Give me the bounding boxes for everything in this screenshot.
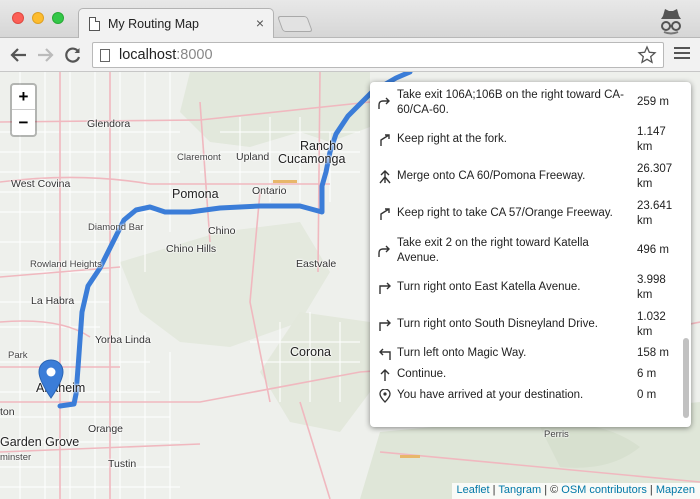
instruction-text: Keep right at the fork. [397,133,507,145]
instruction-row[interactable]: You have arrived at your destination. 0 … [370,385,691,406]
osm-link[interactable]: OSM contributors [561,484,647,496]
instruction-distance: 3.998 km [637,273,666,301]
instruction-row[interactable]: Keep right to take CA 57/Orange Freeway.… [370,195,691,232]
instruction-row[interactable]: Keep right at the fork. 1.147 km [370,121,691,158]
turn-right-icon [379,319,391,331]
reload-button[interactable] [62,44,84,66]
instruction-distance: 259 m [637,96,669,108]
instruction-row[interactable]: Continue. 6 m [370,364,691,385]
reload-icon [65,47,81,63]
close-window-button[interactable] [12,12,24,24]
instruction-text: You have arrived at your destination. [397,389,584,401]
instruction-distance: 1.032 km [637,310,666,338]
instruction-row[interactable]: Take exit 106A;106B on the right toward … [370,84,691,121]
tab-close-button[interactable]: × [256,16,264,30]
instruction-text: Keep right to take CA 57/Orange Freeway. [397,207,613,219]
leaflet-link[interactable]: Leaflet [457,484,490,496]
place-label: Eastvale [296,258,337,270]
place-label: ton [0,406,15,418]
instruction-row[interactable]: Take exit 2 on the right toward Katella … [370,232,691,269]
place-label: Claremont [177,152,221,163]
instruction-row[interactable]: Merge onto CA 60/Pomona Freeway. 26.307 … [370,158,691,195]
place-label: Corona [290,345,331,359]
url-text: localhost:8000 [119,47,213,63]
back-arrow-icon [10,48,26,62]
instruction-row[interactable]: Turn right onto East Katella Avenue. 3.9… [370,269,691,306]
place-label: Perris [544,429,569,440]
slight-right-icon [380,133,390,146]
place-label: Ontario [252,185,287,197]
new-tab-button[interactable] [277,16,313,32]
forward-arrow-icon [38,48,54,62]
address-bar[interactable]: localhost:8000 [92,42,664,68]
place-label: Yorba Linda [95,334,151,346]
destination-marker-icon[interactable] [38,359,64,399]
place-label: minster [0,452,32,463]
destination-pin-icon [379,388,391,403]
slight-right-icon [380,207,390,220]
browser-menu-button[interactable] [674,47,690,63]
zoom-window-button[interactable] [52,12,64,24]
instructions-table: Take exit 106A;106B on the right toward … [370,84,691,406]
instruction-distance: 1.147 km [637,125,666,153]
instruction-row[interactable]: Turn left onto Magic Way. 158 m [370,343,691,364]
map-attribution: Leaflet | Tangram | © OSM contributors |… [451,483,700,499]
continue-icon [380,368,390,381]
forward-button[interactable] [34,44,56,66]
place-label: Pomona [172,187,219,201]
instruction-text: Take exit 2 on the right toward Katella … [397,236,589,264]
instruction-row[interactable]: Turn right onto South Disneyland Drive. … [370,306,691,343]
place-label: Orange [88,423,124,435]
instruction-text: Take exit 106A;106B on the right toward … [397,88,624,116]
place-label: La Habra [31,295,75,307]
tangram-link[interactable]: Tangram [498,484,541,496]
incognito-icon [661,9,681,35]
place-label: Rowland Heights [30,259,102,270]
place-label: Rancho [300,139,344,153]
instruction-text: Turn right onto South Disneyland Drive. [397,318,598,330]
bear-right-icon [378,97,390,109]
zoom-in-button[interactable]: + [12,85,35,110]
browser-tab[interactable]: My Routing Map × [78,8,274,38]
map-viewport[interactable]: Glendora Rancho Cucamonga Claremont Upla… [0,72,700,499]
minimize-window-button[interactable] [32,12,44,24]
back-button[interactable] [8,44,30,66]
place-label: Garden Grove [0,435,80,449]
place-label: Glendora [87,118,131,130]
bookmark-star-icon[interactable] [637,45,657,65]
turn-right-icon [379,282,391,294]
instruction-distance: 496 m [637,244,669,256]
instruction-distance: 26.307 km [637,162,673,190]
bear-right-icon [378,245,390,257]
place-label: West Covina [11,178,71,190]
merge-icon [379,169,391,183]
place-label: Park [8,350,28,361]
instruction-text: Merge onto CA 60/Pomona Freeway. [397,170,586,182]
instruction-text: Continue. [397,368,447,380]
panel-scrollbar[interactable] [683,338,689,418]
page-favicon-icon [89,17,100,31]
place-label: Diamond Bar [88,222,144,233]
window-title-bar: My Routing Map × [0,0,700,38]
instruction-distance: 23.641 km [637,199,673,227]
zoom-out-button[interactable]: − [12,110,35,135]
instruction-text: Turn right onto East Katella Avenue. [397,281,581,293]
instruction-text: Turn left onto Magic Way. [397,347,527,359]
turn-left-icon [379,348,391,360]
page-info-icon [100,49,110,62]
mapzen-link[interactable]: Mapzen [656,484,695,496]
zoom-control: + − [10,83,37,137]
place-label: Upland [236,151,270,163]
place-label: Chino Hills [166,243,217,255]
place-label: Chino [208,225,236,237]
tab-title: My Routing Map [108,17,200,31]
place-label: Cucamonga [278,152,346,166]
routing-instructions-panel[interactable]: Take exit 106A;106B on the right toward … [370,82,691,427]
place-label: Tustin [108,458,137,470]
browser-toolbar: localhost:8000 [0,38,700,72]
